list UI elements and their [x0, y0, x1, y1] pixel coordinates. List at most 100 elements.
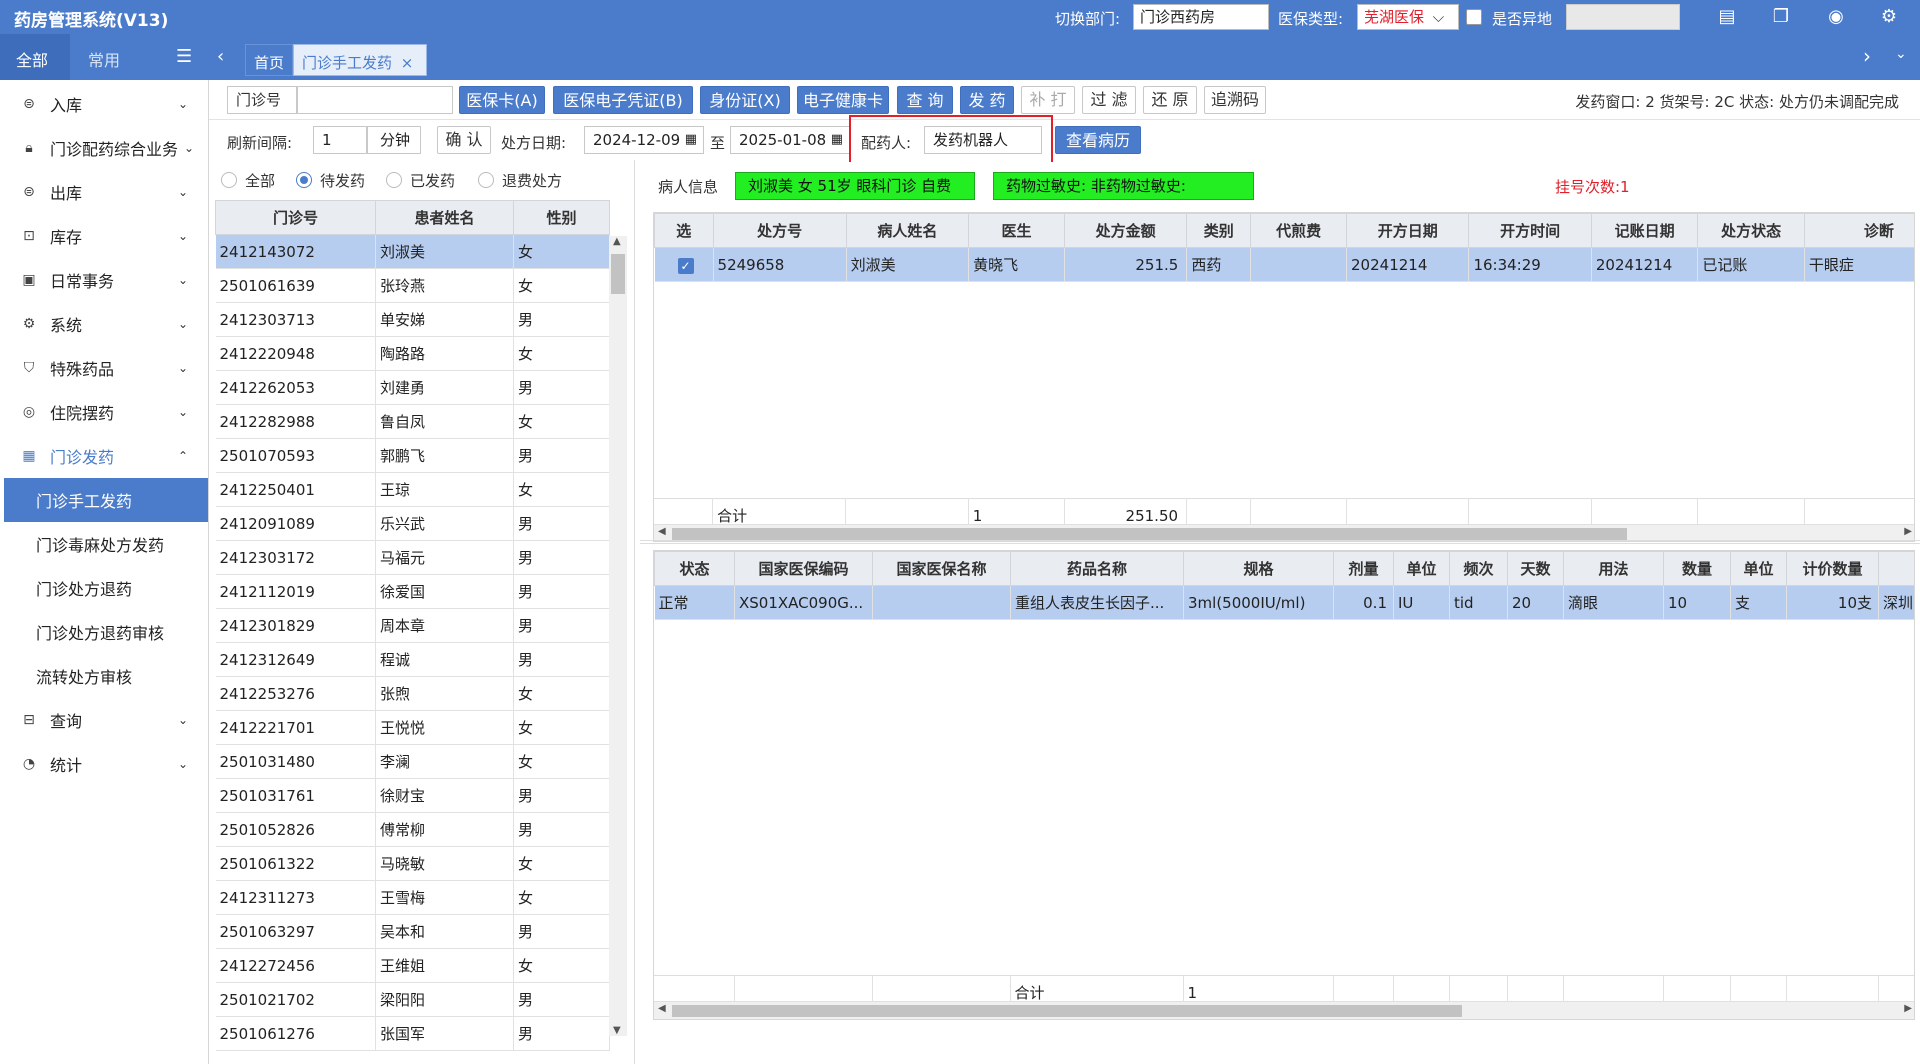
column-header[interactable]: 开方时间: [1468, 213, 1592, 248]
sidebar-item-clinic-combined[interactable]: 🔒︎ 门诊配药综合业务 ⌄: [0, 126, 208, 170]
sidebar-item-system[interactable]: ⚙ 系统 ⌄: [0, 302, 208, 346]
dept-select[interactable]: 门诊西药房: [1133, 4, 1269, 30]
scroll-left-icon[interactable]: ◀: [658, 1003, 666, 1014]
column-header[interactable]: 开方日期: [1346, 213, 1470, 248]
eye-icon[interactable]: ◉: [1825, 6, 1847, 28]
filter-all-radio[interactable]: [221, 172, 237, 188]
sidebar-item-query[interactable]: ⊟ 查询 ⌄: [0, 698, 208, 742]
table-row[interactable]: 2412312649 程诚男: [215, 642, 610, 677]
column-header[interactable]: 频次: [1449, 551, 1508, 586]
table-row[interactable]: 2412143072 刘淑美女: [215, 234, 610, 269]
refresh-input[interactable]: 1: [313, 126, 367, 154]
trace-code-button[interactable]: 追溯码: [1204, 86, 1266, 114]
column-header[interactable]: 患者姓名: [375, 200, 514, 235]
column-header[interactable]: 处方号: [712, 213, 847, 248]
filter-pending-radio[interactable]: [296, 172, 312, 188]
query-button[interactable]: 查 询: [897, 86, 953, 114]
table-row[interactable]: 2412301829 周本章男: [215, 608, 610, 643]
gear-icon[interactable]: ⚙: [1878, 6, 1900, 28]
dispense-button[interactable]: 发 药: [960, 86, 1014, 114]
sidebar-subitem-transfer-review[interactable]: 流转处方审核: [4, 654, 208, 698]
column-header[interactable]: 单位: [1730, 551, 1787, 586]
calendar-icon[interactable]: ▦: [831, 127, 843, 153]
column-header[interactable]: 性别: [513, 200, 610, 235]
table-row[interactable]: ✓ 5249658 刘淑美 黄晓飞 251.5 西药 20241214 16:34:29 202…: [654, 247, 1914, 282]
filter-button[interactable]: 过 滤: [1082, 86, 1136, 114]
patient-list-scrollbar[interactable]: ▲ ▼: [609, 236, 627, 1036]
remote-input[interactable]: [1566, 4, 1680, 30]
tab-home[interactable]: 首页: [245, 44, 294, 76]
column-header[interactable]: 剂量: [1333, 551, 1394, 586]
chevron-right-icon[interactable]: ›: [1863, 44, 1871, 68]
sidebar-subitem-narcotic-dispense[interactable]: 门诊毒麻处方发药: [4, 522, 208, 566]
table-row[interactable]: 2412220948 陶路路女: [215, 336, 610, 371]
message-icon[interactable]: ▤: [1716, 6, 1738, 28]
close-icon[interactable]: ×: [401, 54, 414, 72]
table-row[interactable]: 正常 XS01XAC090G... 重组人表皮生长因子... 3ml(5000IU/m…: [654, 585, 1914, 620]
table-row[interactable]: 2412253276 张煦女: [215, 676, 610, 711]
id-card-button[interactable]: 身份证(X): [700, 86, 790, 114]
sidebar-item-stock[interactable]: ⊡ 库存 ⌄: [0, 214, 208, 258]
tab-manual-dispense[interactable]: 门诊手工发药 ×: [293, 44, 427, 76]
sidebar-subitem-manual-dispense[interactable]: 门诊手工发药: [4, 478, 208, 522]
table-row[interactable]: 2412303172 马福元男: [215, 540, 610, 575]
document-icon[interactable]: ❐: [1770, 6, 1792, 28]
column-header[interactable]: 用法: [1563, 551, 1664, 586]
panel-divider[interactable]: [634, 160, 635, 1064]
table-row[interactable]: 2501070593 郭鹏飞男: [215, 438, 610, 473]
column-header[interactable]: 处方金额: [1063, 213, 1188, 248]
scroll-up-icon[interactable]: ▲: [613, 236, 621, 247]
sidebar-item-inbound[interactable]: ⊜ 入库 ⌄: [0, 82, 208, 126]
column-header[interactable]: [1878, 551, 1914, 586]
scroll-down-icon[interactable]: ▼: [613, 1025, 621, 1036]
sidebar-subitem-return-review[interactable]: 门诊处方退药审核: [4, 610, 208, 654]
sidebar-item-stats[interactable]: ◔ 统计 ⌄: [0, 742, 208, 786]
table-row[interactable]: 2412262053 刘建勇男: [215, 370, 610, 405]
table-row[interactable]: 2412303713 单安娣男: [215, 302, 610, 337]
table-row[interactable]: 2501031761 徐财宝男: [215, 778, 610, 813]
table-row[interactable]: 2501061639 张玲燕女: [215, 268, 610, 303]
calendar-icon[interactable]: ▦: [685, 127, 697, 153]
column-header[interactable]: 数量: [1663, 551, 1731, 586]
chevron-left-icon[interactable]: ‹: [217, 46, 224, 67]
chevron-down-icon[interactable]: ⌄: [1895, 46, 1907, 62]
sidebar-item-special-drugs[interactable]: ⛉ 特殊药品 ⌄: [0, 346, 208, 390]
column-header[interactable]: 门诊号: [215, 200, 376, 235]
scrollbar-thumb[interactable]: [672, 1005, 1462, 1017]
sidebar-item-daily[interactable]: ▣ 日常事务 ⌄: [0, 258, 208, 302]
column-header[interactable]: 国家医保编码: [734, 551, 873, 586]
column-header[interactable]: 计价数量: [1786, 551, 1879, 586]
reprint-button[interactable]: 补 打: [1021, 86, 1075, 114]
date-from-input[interactable]: 2024-12-09 ▦: [584, 126, 704, 154]
table-row[interactable]: 2501052826 傅常柳男: [215, 812, 610, 847]
remote-checkbox[interactable]: [1466, 9, 1482, 25]
insurance-e-voucher-button[interactable]: 医保电子凭证(B): [553, 86, 693, 114]
table-row[interactable]: 2412112019 徐爱国男: [215, 574, 610, 609]
column-header[interactable]: 医生: [968, 213, 1065, 248]
scrollbar-thumb[interactable]: [611, 254, 625, 294]
column-header[interactable]: 病人姓名: [845, 213, 970, 248]
column-header[interactable]: 记账日期: [1590, 213, 1699, 248]
column-header[interactable]: 诊断: [1803, 213, 1914, 248]
column-header[interactable]: 规格: [1183, 551, 1334, 586]
scroll-right-icon[interactable]: ▶: [1904, 1003, 1912, 1014]
sidebar-tab-common[interactable]: 常用: [88, 47, 120, 71]
insurance-card-button[interactable]: 医保卡(A): [459, 86, 545, 114]
table-row[interactable]: 2501063297 吴本和男: [215, 914, 610, 949]
view-record-button[interactable]: 查看病历: [1055, 126, 1141, 154]
column-header[interactable]: 代煎费: [1250, 213, 1348, 248]
row-checkbox[interactable]: ✓: [654, 247, 714, 282]
column-header[interactable]: 状态: [654, 551, 735, 586]
column-header[interactable]: 药品名称: [1010, 551, 1184, 586]
confirm-button[interactable]: 确 认: [437, 126, 491, 154]
restore-button[interactable]: 还 原: [1143, 86, 1197, 114]
column-header[interactable]: 选: [654, 213, 714, 248]
drug-hscrollbar[interactable]: ◀ ▶: [654, 1001, 1914, 1019]
insurance-select[interactable]: 芜湖医保 ⌵: [1357, 4, 1459, 30]
table-row[interactable]: 2501031480 李澜女: [215, 744, 610, 779]
splitter[interactable]: [640, 540, 1920, 544]
sidebar-item-outbound[interactable]: ⊜ 出库 ⌄: [0, 170, 208, 214]
column-header[interactable]: 天数: [1507, 551, 1564, 586]
menu-toggle-icon[interactable]: ☰: [176, 46, 192, 67]
date-to-input[interactable]: 2025-01-08 ▦: [730, 126, 850, 154]
